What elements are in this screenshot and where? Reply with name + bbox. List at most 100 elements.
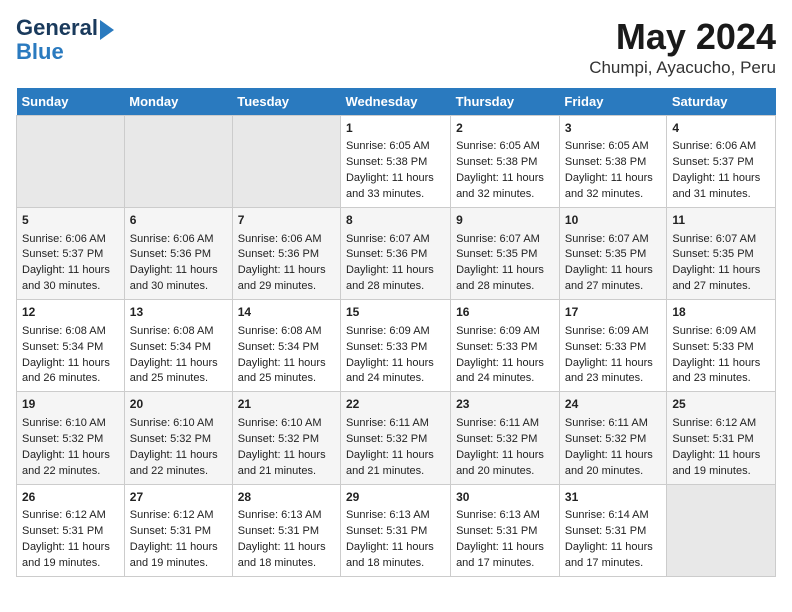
day-number: 27 [130,489,227,506]
calendar-day-header: Tuesday [232,88,340,116]
day-info: Sunrise: 6:07 AM Sunset: 5:35 PM Dayligh… [456,233,544,293]
day-info: Sunrise: 6:13 AM Sunset: 5:31 PM Dayligh… [238,509,326,569]
calendar-cell: 13Sunrise: 6:08 AM Sunset: 5:34 PM Dayli… [124,300,232,392]
calendar-cell: 24 Sunrise: 6:11 AM Sunset: 5:32 PM Dayli… [559,392,666,484]
calendar-cell: 9 Sunrise: 6:07 AM Sunset: 5:35 PM Daylig… [451,208,560,300]
page-header: General Blue May 2024 Chumpi, Ayacucho, … [16,16,776,78]
calendar-day-header: Friday [559,88,666,116]
day-number: 29 [346,489,445,506]
day-info: Sunrise: 6:10 AM Sunset: 5:32 PM Dayligh… [22,417,110,477]
day-number: 10 [565,212,661,229]
calendar-cell: 21 Sunrise: 6:10 AM Sunset: 5:32 PM Dayli… [232,392,340,484]
calendar-cell: 2 Sunrise: 6:05 AM Sunset: 5:38 PM Daylig… [451,116,560,208]
day-info: Sunrise: 6:06 AM Sunset: 5:37 PM Dayligh… [672,140,760,200]
calendar-cell [124,116,232,208]
calendar-cell: 8 Sunrise: 6:07 AM Sunset: 5:36 PM Daylig… [340,208,450,300]
day-number: 28 [238,489,335,506]
calendar-cell: 6Sunrise: 6:06 AM Sunset: 5:36 PM Daylig… [124,208,232,300]
day-number: 18 [672,304,770,321]
day-number: 31 [565,489,661,506]
day-info: Sunrise: 6:05 AM Sunset: 5:38 PM Dayligh… [565,140,653,200]
day-info: Sunrise: 6:08 AM Sunset: 5:34 PM Dayligh… [22,325,110,385]
calendar-cell: 25 Sunrise: 6:12 AM Sunset: 5:31 PM Dayli… [667,392,776,484]
day-number: 24 [565,396,661,413]
day-number: 9 [456,212,554,229]
day-number: 22 [346,396,445,413]
day-number: 6 [130,212,227,229]
calendar-cell: 1Sunrise: 6:05 AM Sunset: 5:38 PM Daylig… [340,116,450,208]
calendar-cell [17,116,125,208]
calendar-cell: 18 Sunrise: 6:09 AM Sunset: 5:33 PM Dayli… [667,300,776,392]
day-number: 17 [565,304,661,321]
day-number: 15 [346,304,445,321]
calendar-cell: 22 Sunrise: 6:11 AM Sunset: 5:32 PM Dayli… [340,392,450,484]
day-info: Sunrise: 6:11 AM Sunset: 5:32 PM Dayligh… [456,417,544,477]
day-number: 23 [456,396,554,413]
day-info: Sunrise: 6:05 AM Sunset: 5:38 PM Dayligh… [346,140,434,200]
logo-arrow-icon [100,20,114,40]
day-number: 8 [346,212,445,229]
calendar-cell: 27 Sunrise: 6:12 AM Sunset: 5:31 PM Dayli… [124,484,232,576]
logo-text-general: General [16,16,98,40]
day-info: Sunrise: 6:09 AM Sunset: 5:33 PM Dayligh… [456,325,544,385]
calendar-day-header: Sunday [17,88,125,116]
calendar-cell: 5 Sunrise: 6:06 AM Sunset: 5:37 PM Daylig… [17,208,125,300]
day-info: Sunrise: 6:11 AM Sunset: 5:32 PM Dayligh… [346,417,434,477]
day-number: 20 [130,396,227,413]
day-info: Sunrise: 6:07 AM Sunset: 5:35 PM Dayligh… [672,233,760,293]
day-info: Sunrise: 6:12 AM Sunset: 5:31 PM Dayligh… [672,417,760,477]
calendar-day-header: Thursday [451,88,560,116]
calendar-week-row: 26 Sunrise: 6:12 AM Sunset: 5:31 PM Dayli… [17,484,776,576]
day-number: 26 [22,489,119,506]
calendar-week-row: 19 Sunrise: 6:10 AM Sunset: 5:32 PM Dayli… [17,392,776,484]
calendar-body: 1Sunrise: 6:05 AM Sunset: 5:38 PM Daylig… [17,116,776,577]
calendar-cell [232,116,340,208]
calendar-subtitle: Chumpi, Ayacucho, Peru [589,58,776,78]
day-info: Sunrise: 6:07 AM Sunset: 5:35 PM Dayligh… [565,233,653,293]
logo: General Blue [16,16,114,64]
logo-text-blue: Blue [16,40,64,64]
day-info: Sunrise: 6:12 AM Sunset: 5:31 PM Dayligh… [22,509,110,569]
calendar-cell: 16 Sunrise: 6:09 AM Sunset: 5:33 PM Dayli… [451,300,560,392]
calendar-cell: 30Sunrise: 6:13 AM Sunset: 5:31 PM Dayli… [451,484,560,576]
day-number: 7 [238,212,335,229]
day-info: Sunrise: 6:12 AM Sunset: 5:31 PM Dayligh… [130,509,218,569]
title-block: May 2024 Chumpi, Ayacucho, Peru [589,16,776,78]
day-number: 14 [238,304,335,321]
day-info: Sunrise: 6:10 AM Sunset: 5:32 PM Dayligh… [130,417,218,477]
calendar-title: May 2024 [589,16,776,58]
calendar-cell: 31 Sunrise: 6:14 AM Sunset: 5:31 PM Dayli… [559,484,666,576]
day-number: 12 [22,304,119,321]
day-number: 16 [456,304,554,321]
calendar-cell [667,484,776,576]
day-number: 2 [456,120,554,137]
calendar-cell: 7Sunrise: 6:06 AM Sunset: 5:36 PM Daylig… [232,208,340,300]
calendar-cell: 17 Sunrise: 6:09 AM Sunset: 5:33 PM Dayli… [559,300,666,392]
day-info: Sunrise: 6:13 AM Sunset: 5:31 PM Dayligh… [346,509,434,569]
day-number: 21 [238,396,335,413]
day-info: Sunrise: 6:08 AM Sunset: 5:34 PM Dayligh… [130,325,218,385]
day-info: Sunrise: 6:09 AM Sunset: 5:33 PM Dayligh… [565,325,653,385]
day-info: Sunrise: 6:11 AM Sunset: 5:32 PM Dayligh… [565,417,653,477]
calendar-day-header: Saturday [667,88,776,116]
day-info: Sunrise: 6:05 AM Sunset: 5:38 PM Dayligh… [456,140,544,200]
day-number: 19 [22,396,119,413]
calendar-cell: 23 Sunrise: 6:11 AM Sunset: 5:32 PM Dayli… [451,392,560,484]
calendar-cell: 20 Sunrise: 6:10 AM Sunset: 5:32 PM Dayli… [124,392,232,484]
day-number: 25 [672,396,770,413]
day-number: 30 [456,489,554,506]
day-info: Sunrise: 6:10 AM Sunset: 5:32 PM Dayligh… [238,417,326,477]
calendar-week-row: 1Sunrise: 6:05 AM Sunset: 5:38 PM Daylig… [17,116,776,208]
calendar-cell: 12 Sunrise: 6:08 AM Sunset: 5:34 PM Dayli… [17,300,125,392]
calendar-cell: 29 Sunrise: 6:13 AM Sunset: 5:31 PM Dayli… [340,484,450,576]
calendar-cell: 28 Sunrise: 6:13 AM Sunset: 5:31 PM Dayli… [232,484,340,576]
day-info: Sunrise: 6:07 AM Sunset: 5:36 PM Dayligh… [346,233,434,293]
day-info: Sunrise: 6:14 AM Sunset: 5:31 PM Dayligh… [565,509,653,569]
day-info: Sunrise: 6:06 AM Sunset: 5:37 PM Dayligh… [22,233,110,293]
day-number: 5 [22,212,119,229]
calendar-cell: 26 Sunrise: 6:12 AM Sunset: 5:31 PM Dayli… [17,484,125,576]
calendar-week-row: 5 Sunrise: 6:06 AM Sunset: 5:37 PM Daylig… [17,208,776,300]
calendar-cell: 10 Sunrise: 6:07 AM Sunset: 5:35 PM Dayli… [559,208,666,300]
calendar-cell: 4Sunrise: 6:06 AM Sunset: 5:37 PM Daylig… [667,116,776,208]
day-info: Sunrise: 6:09 AM Sunset: 5:33 PM Dayligh… [672,325,760,385]
